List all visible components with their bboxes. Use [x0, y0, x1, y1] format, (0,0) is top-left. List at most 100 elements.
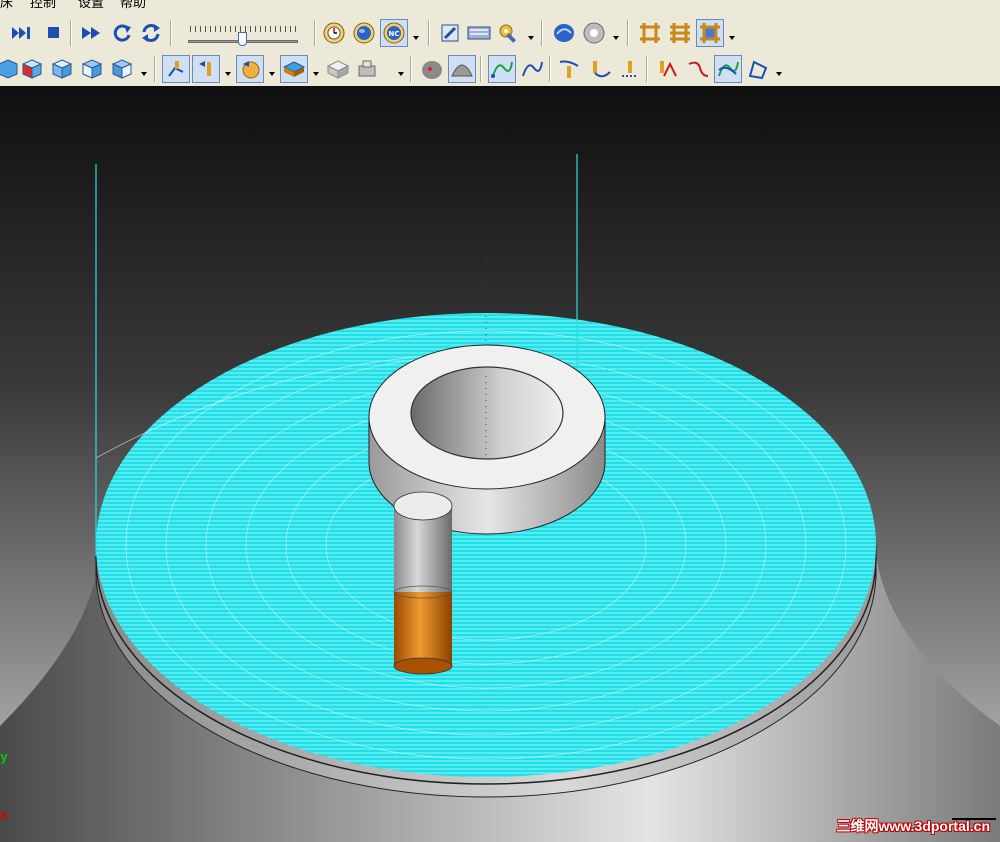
toolbar-view — [0, 52, 1000, 86]
fixture-icon — [356, 58, 380, 80]
grid-dropdown-arrow[interactable] — [729, 36, 735, 40]
cone-icon — [420, 58, 444, 80]
cone-button[interactable] — [418, 55, 446, 83]
keyboard-button[interactable] — [465, 19, 493, 47]
grid-b-button[interactable] — [666, 19, 694, 47]
sphere-icon — [582, 21, 606, 45]
half-sphere-button[interactable] — [448, 55, 476, 83]
grid-a-button[interactable] — [636, 19, 664, 47]
axis-x-label: x — [0, 808, 8, 822]
globe-icon — [352, 21, 376, 45]
toolbar-separator — [314, 20, 316, 46]
path-e-icon — [716, 58, 740, 80]
wrench-icon — [497, 21, 521, 45]
edit-icon — [439, 22, 461, 44]
stock-dropdown-arrow[interactable] — [313, 72, 319, 76]
toolbar-separator — [154, 56, 156, 82]
edit-button[interactable] — [436, 19, 464, 47]
tool-holder-icon — [195, 58, 217, 80]
toolbar-separator — [428, 20, 430, 46]
menu-item-help[interactable]: 帮助 — [120, 0, 146, 11]
wrench-button[interactable] — [495, 19, 523, 47]
path-c-button[interactable] — [654, 55, 682, 83]
half-sphere-icon — [450, 58, 474, 80]
cube-iso-icon — [111, 58, 133, 80]
tool-c-button[interactable] — [616, 55, 644, 83]
clock-icon — [322, 21, 346, 45]
tool-shank-top — [393, 491, 453, 521]
nc-icon: NC — [382, 21, 406, 45]
tool-cutter-bottom — [393, 657, 453, 675]
tool-path-button[interactable] — [236, 55, 264, 83]
path-f-icon — [746, 58, 770, 80]
fixture-dropdown-arrow[interactable] — [398, 72, 404, 76]
menu-bar: 床 控制 设置 帮助 — [0, 0, 1000, 16]
tool-holder-dropdown-arrow[interactable] — [225, 72, 231, 76]
path-blue-button[interactable] — [518, 55, 546, 83]
grid-icon-c — [698, 21, 722, 45]
cube-red-button[interactable] — [18, 55, 46, 83]
globe-button[interactable] — [350, 19, 378, 47]
cube-top-icon — [51, 58, 73, 80]
cube-red-icon — [21, 58, 43, 80]
path-e-button[interactable] — [714, 55, 742, 83]
toolbar-separator — [646, 56, 648, 82]
tool-axis-icon — [165, 58, 187, 80]
axis-y-label: y — [0, 750, 8, 764]
path-d-button[interactable] — [684, 55, 712, 83]
nc-dropdown-arrow[interactable] — [413, 36, 419, 40]
toolbar-simulation-right: NC — [0, 16, 1000, 50]
cube-top-button[interactable] — [48, 55, 76, 83]
machining-scene — [0, 154, 1000, 842]
tool-b-icon — [588, 58, 612, 80]
shape-button[interactable] — [550, 19, 578, 47]
toolbar-separator — [541, 20, 543, 46]
path-green-button[interactable] — [488, 55, 516, 83]
toolbar-separator — [480, 56, 482, 82]
cube-dropdown-arrow[interactable] — [141, 72, 147, 76]
sphere-button[interactable] — [580, 19, 608, 47]
tool-c-icon — [618, 58, 642, 80]
toolbar-separator — [410, 56, 412, 82]
tool-axis-button[interactable] — [162, 55, 190, 83]
cube-front-icon — [0, 58, 19, 80]
path-green-icon — [490, 58, 514, 80]
cube-iso-button[interactable] — [108, 55, 136, 83]
tool-cutter — [394, 592, 452, 666]
grid-c-button[interactable] — [696, 19, 724, 47]
clock-button[interactable] — [320, 19, 348, 47]
wrench-dropdown-arrow[interactable] — [528, 36, 534, 40]
stock-icon — [282, 58, 306, 80]
grid-icon-b — [668, 21, 692, 45]
box-icon — [326, 58, 350, 80]
stock-button[interactable] — [280, 55, 308, 83]
simulation-viewport[interactable]: y x 三维网www.3dportal.cn — [0, 86, 1000, 842]
toolbar-separator — [549, 56, 551, 82]
nc-button[interactable]: NC — [380, 19, 408, 47]
tool-holder-button[interactable] — [192, 55, 220, 83]
tool-b-button[interactable] — [586, 55, 614, 83]
watermark: 三维网www.3dportal.cn — [836, 818, 991, 834]
tool-path-dropdown-arrow[interactable] — [269, 72, 275, 76]
path-c-icon — [656, 58, 680, 80]
cube-side-button[interactable] — [78, 55, 106, 83]
path-d-icon — [686, 58, 710, 80]
box-button[interactable] — [324, 55, 352, 83]
tool-a-icon — [558, 58, 582, 80]
sphere-dropdown-arrow[interactable] — [613, 36, 619, 40]
cube-side-icon — [81, 58, 103, 80]
tool-path-icon — [239, 58, 261, 80]
nc-label: NC — [389, 30, 400, 38]
menu-item-control[interactable]: 控制 — [30, 0, 56, 11]
fixture-button[interactable] — [354, 55, 382, 83]
toolbar-separator — [627, 20, 629, 46]
menu-item-machine[interactable]: 床 — [0, 0, 13, 11]
tool-a-button[interactable] — [556, 55, 584, 83]
path-dropdown-arrow[interactable] — [776, 72, 782, 76]
grid-icon-a — [638, 21, 662, 45]
path-f-button[interactable] — [744, 55, 772, 83]
menu-item-settings[interactable]: 设置 — [78, 0, 104, 11]
shape-icon — [552, 21, 576, 45]
keyboard-icon — [467, 25, 491, 41]
boss-bore — [410, 366, 564, 460]
